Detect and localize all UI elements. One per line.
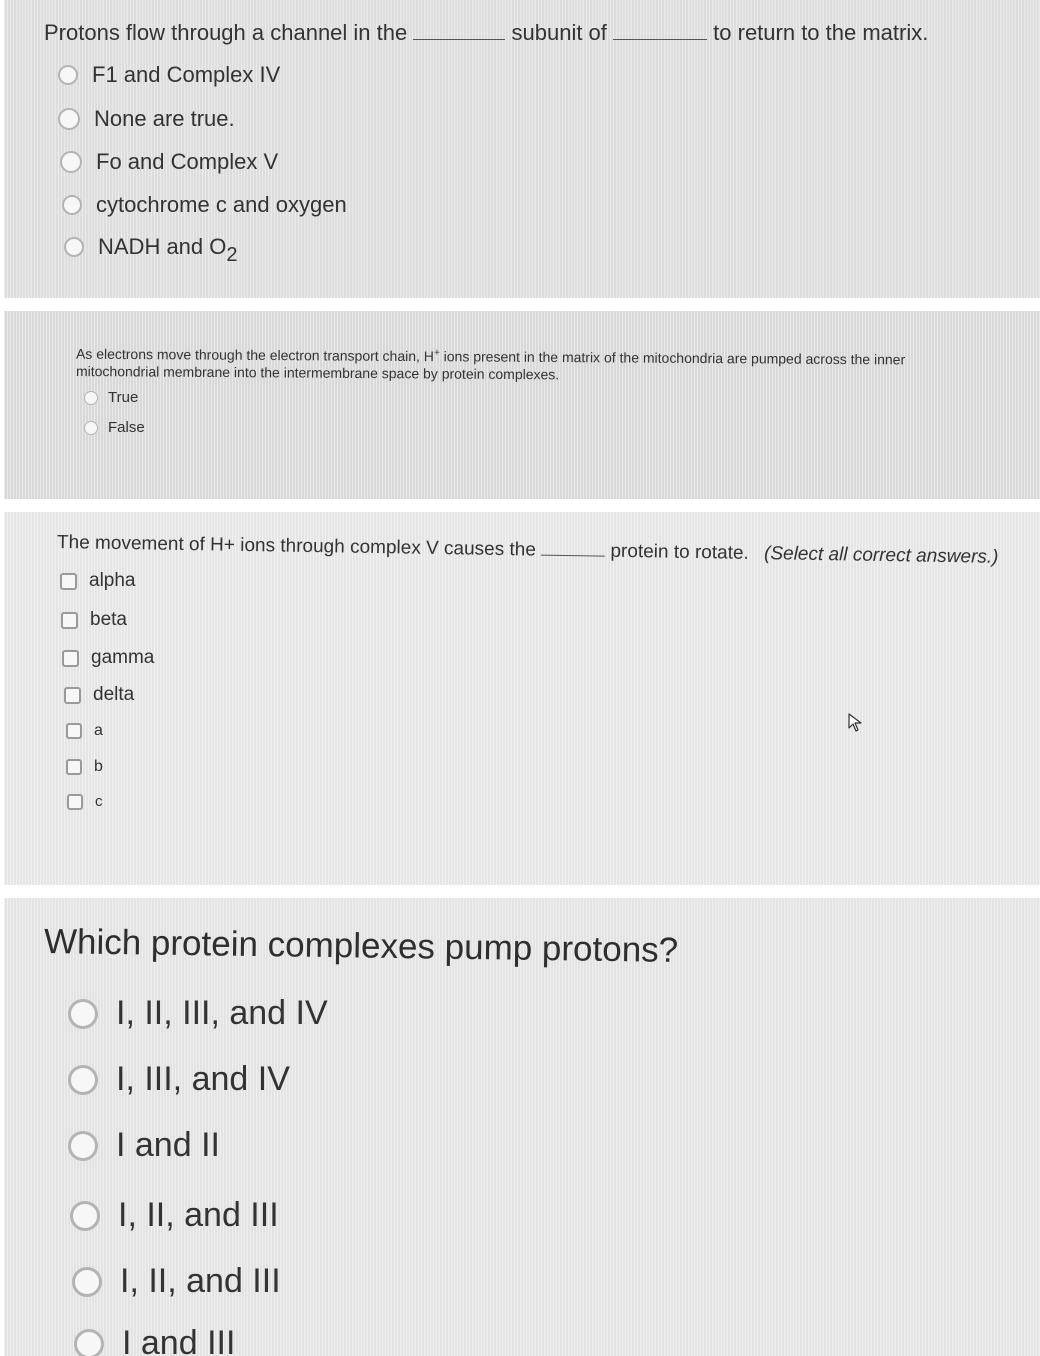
q1-option-fo-complex-v[interactable]: Fo and Complex V	[60, 149, 278, 175]
option-label: I, II, III, and IV	[116, 994, 328, 1032]
option-label: beta	[90, 609, 127, 630]
option-label: False	[108, 419, 145, 436]
q1-option-f1-complex-iv[interactable]: F1 and Complex IV	[58, 62, 280, 88]
checkbox[interactable]	[62, 649, 79, 667]
radio-button[interactable]	[62, 195, 82, 215]
radio-button[interactable]	[60, 151, 82, 173]
q3-option-c[interactable]: c	[67, 793, 103, 810]
fill-blank-3	[541, 553, 606, 557]
option-label: I and II	[116, 1126, 220, 1164]
option-label: c	[95, 793, 103, 810]
question-2-text-b: ions present in the matrix of the mitoch…	[443, 348, 906, 368]
q4-option-i-iii-iv[interactable]: I, III, and IV	[68, 1060, 290, 1099]
q1-option-none-true[interactable]: None are true.	[58, 106, 235, 132]
radio-button[interactable]	[68, 998, 98, 1029]
q1-option-cytochrome-c-oxygen[interactable]: cytochrome c and oxygen	[62, 192, 347, 218]
radio-button[interactable]	[58, 108, 80, 130]
question-2-line-2: mitochondrial membrane into the intermem…	[76, 363, 559, 382]
q3-option-a[interactable]: a	[66, 722, 103, 740]
question-1-text-before: Protons flow through a channel in the	[44, 20, 408, 45]
question-1-text-after: to return to the matrix.	[713, 20, 929, 45]
radio-button[interactable]	[84, 390, 98, 405]
checkbox[interactable]	[64, 686, 81, 704]
q4-option-i-iii[interactable]: I and III	[74, 1324, 235, 1356]
fill-blank-1	[413, 38, 506, 40]
question-2-text-a: As electrons move through the electron t…	[75, 345, 435, 365]
q4-option-i-ii-iii-a[interactable]: I, II, and III	[70, 1196, 279, 1235]
question-panel-4: Which protein complexes pump protons? I,…	[4, 898, 1040, 1356]
q4-option-i-ii-iii-b[interactable]: I, II, and III	[72, 1262, 281, 1301]
option-label-subscript: 2	[226, 243, 238, 266]
arrow-cursor-icon	[848, 713, 862, 732]
q3-option-b[interactable]: b	[66, 758, 103, 776]
checkbox[interactable]	[61, 611, 78, 629]
radio-button[interactable]	[70, 1200, 100, 1231]
question-4-prompt: Which protein complexes pump protons?	[43, 922, 679, 970]
radio-button[interactable]	[64, 237, 84, 257]
radio-button[interactable]	[58, 65, 78, 85]
radio-button[interactable]	[84, 420, 98, 435]
radio-button[interactable]	[68, 1064, 98, 1095]
fill-blank-2	[613, 38, 708, 40]
option-label: b	[94, 758, 103, 775]
question-1-prompt: Protons flow through a channel in the su…	[44, 20, 928, 46]
q3-option-beta[interactable]: beta	[61, 609, 127, 631]
question-3-text-after: protein to rotate.	[610, 540, 749, 564]
question-panel-3: The movement of H+ ions through complex …	[4, 512, 1040, 885]
option-label: I, III, and IV	[116, 1060, 290, 1098]
q1-option-nadh-o2[interactable]: NADH and O 2	[64, 234, 238, 266]
option-label: gamma	[91, 647, 155, 668]
option-label: I, II, and III	[120, 1262, 281, 1300]
option-label: True	[108, 389, 139, 406]
option-label: None are true.	[94, 106, 235, 131]
checkbox[interactable]	[67, 793, 83, 810]
option-label: delta	[93, 684, 135, 705]
option-label: I and III	[122, 1324, 236, 1356]
q3-option-alpha[interactable]: alpha	[60, 570, 136, 592]
option-label: cytochrome c and oxygen	[96, 192, 347, 217]
question-3-text-before: The movement of H+ ions through complex …	[56, 532, 537, 561]
option-label: NADH and O	[98, 234, 227, 259]
option-label: I, II, and III	[118, 1196, 279, 1234]
q4-option-i-ii-iii-iv[interactable]: I, II, III, and IV	[68, 994, 328, 1033]
option-label: Fo and Complex V	[96, 149, 279, 174]
q2-option-false[interactable]: False	[84, 419, 145, 436]
question-3-instruction: (Select all correct answers.)	[763, 543, 999, 568]
q4-option-i-ii[interactable]: I and II	[68, 1126, 220, 1165]
question-panel-1: Protons flow through a channel in the su…	[4, 0, 1040, 298]
radio-button[interactable]	[74, 1328, 104, 1356]
question-panel-2: As electrons move through the electron t…	[4, 311, 1040, 499]
radio-button[interactable]	[72, 1266, 102, 1297]
question-2-superscript: +	[433, 347, 440, 359]
option-label: alpha	[89, 570, 136, 591]
question-3-prompt: The movement of H+ ions through complex …	[57, 532, 999, 569]
checkbox[interactable]	[60, 572, 77, 590]
option-label: F1 and Complex IV	[92, 62, 281, 87]
q3-option-delta[interactable]: delta	[64, 684, 134, 706]
q2-option-true[interactable]: True	[84, 389, 138, 406]
q3-option-gamma[interactable]: gamma	[62, 647, 154, 669]
question-1-text-middle: subunit of	[511, 20, 607, 45]
option-label: a	[94, 722, 103, 739]
question-2-text-c: mitochondrial membrane into the intermem…	[75, 363, 560, 383]
checkbox[interactable]	[66, 759, 82, 775]
checkbox[interactable]	[66, 723, 82, 739]
radio-button[interactable]	[68, 1130, 98, 1161]
